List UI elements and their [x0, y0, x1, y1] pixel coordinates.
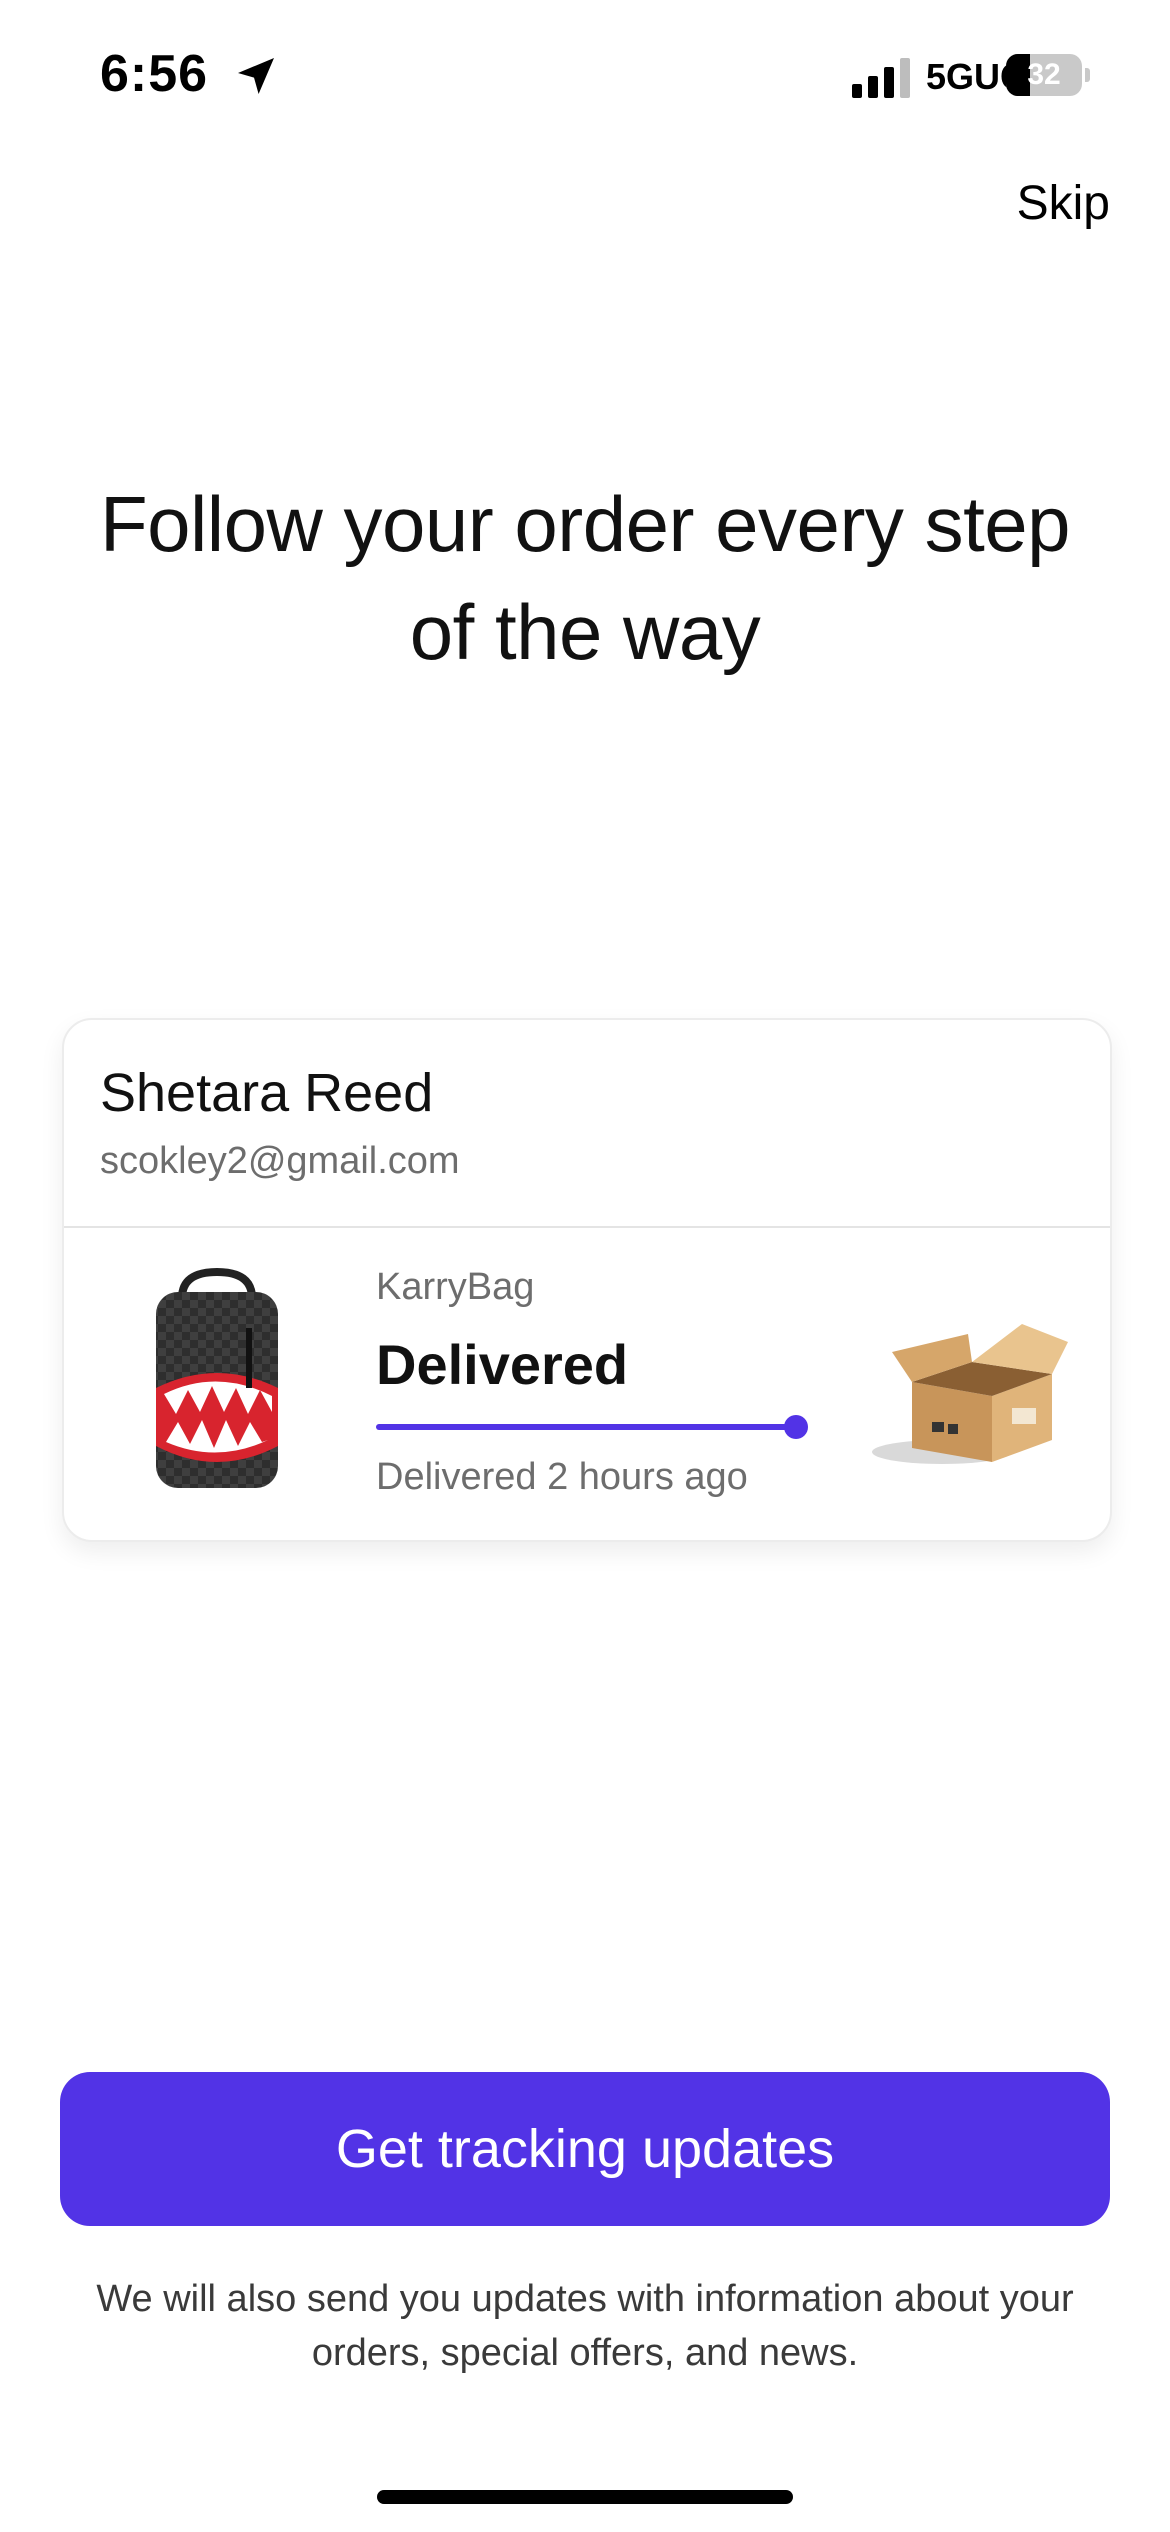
store-name: KarryBag: [376, 1266, 535, 1308]
progress-dot: [784, 1415, 808, 1439]
backpack-image: [156, 1268, 278, 1488]
status-bar: 6:56 5GUC 32: [0, 0, 1170, 140]
customer-email: scokley2@gmail.com: [100, 1140, 460, 1182]
delivery-time: Delivered 2 hours ago: [376, 1456, 748, 1498]
delivery-status: Delivered: [376, 1333, 629, 1396]
location-arrow-icon: [238, 58, 274, 94]
cellular-signal-icon: [852, 58, 910, 98]
updates-disclaimer: We will also send you updates with infor…: [96, 2278, 1074, 2374]
delivery-progress-bar: [376, 1415, 808, 1439]
progress-fill: [376, 1424, 796, 1430]
battery-icon: 32: [1006, 54, 1090, 96]
get-tracking-updates-button[interactable]: Get tracking updates: [60, 2072, 1110, 2226]
customer-name: Shetara Reed: [100, 1063, 434, 1123]
battery-level: 32: [1027, 58, 1061, 91]
page-title: Follow your order every step of the way: [99, 480, 1071, 676]
skip-button[interactable]: Skip: [1017, 176, 1110, 231]
home-indicator[interactable]: [377, 2490, 793, 2504]
status-time: 6:56: [100, 45, 209, 103]
open-box-image: [872, 1324, 1068, 1464]
order-preview-card: Shetara Reed scokley2@gmail.com KarryBag…: [62, 1018, 1112, 1542]
customer-info: Shetara Reed scokley2@gmail.com: [64, 1020, 1110, 1228]
